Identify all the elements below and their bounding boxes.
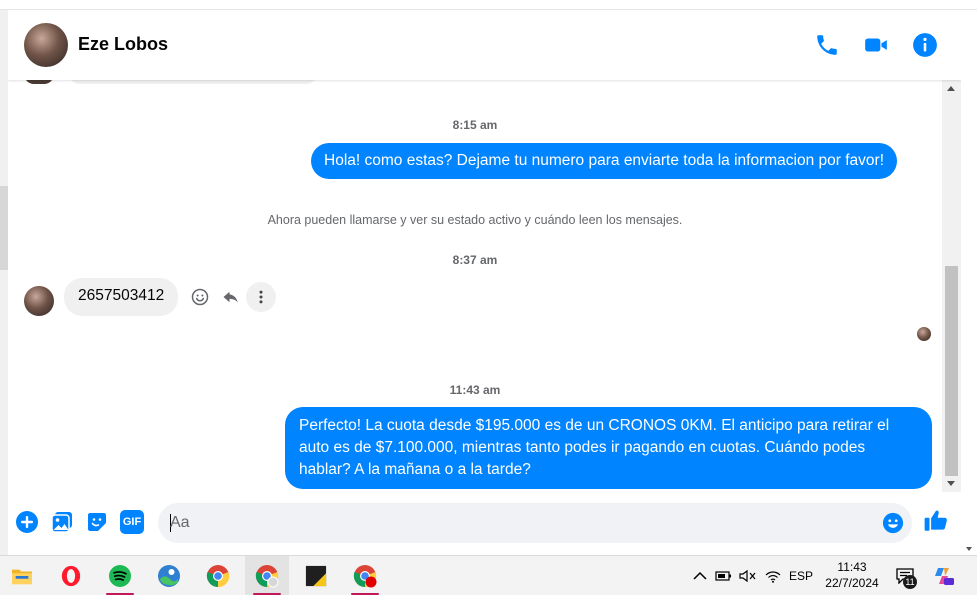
more-options-icon[interactable] [246, 282, 276, 312]
contact-avatar-small[interactable] [24, 286, 54, 316]
copilot-icon[interactable] [930, 556, 956, 595]
chat-header: Eze Lobos [8, 10, 961, 80]
photos-icon[interactable] [147, 556, 191, 595]
like-icon[interactable] [923, 508, 949, 534]
message-composer: GIF [8, 492, 961, 555]
notification-count-badge: 11 [903, 575, 917, 589]
file-explorer-icon[interactable] [0, 556, 44, 595]
message-timestamp: 11:43 am [449, 383, 501, 397]
sticker-icon[interactable] [85, 510, 109, 534]
right-page-margin [961, 10, 977, 555]
image-icon[interactable] [50, 510, 74, 534]
message-timestamp: 8:37 am [452, 253, 498, 267]
system-clock[interactable]: 11:43 22/7/2024 [816, 559, 888, 591]
left-scroll-edge [0, 186, 8, 270]
react-emoji-icon[interactable] [185, 282, 215, 312]
message-input-container[interactable] [158, 503, 912, 543]
video-camera-icon[interactable] [863, 32, 889, 58]
input-language[interactable]: ESP [787, 556, 815, 595]
outgoing-message[interactable]: Hola! como estas? Dejame tu numero para … [311, 143, 898, 179]
message-input[interactable] [170, 503, 870, 543]
message-timestamp: 8:15 am [452, 118, 498, 132]
gif-icon[interactable]: GIF [120, 510, 144, 534]
contact-avatar[interactable] [24, 23, 68, 67]
clock-date: 22/7/2024 [825, 576, 879, 590]
volume-muted-icon[interactable] [737, 556, 759, 595]
spotify-icon[interactable] [98, 556, 142, 595]
show-hidden-icons-chevron-icon[interactable] [690, 556, 710, 595]
sticky-app-icon[interactable] [294, 556, 338, 595]
clock-time: 11:43 [837, 560, 867, 574]
system-notice: Ahora pueden llamarse y ver su estado ac… [267, 213, 683, 227]
windows-taskbar: ESP 11:43 22/7/2024 11 [0, 555, 977, 595]
plus-icon[interactable] [15, 510, 39, 534]
chrome-icon[interactable] [196, 556, 240, 595]
info-icon[interactable] [912, 32, 938, 58]
scroll-up-arrow-icon[interactable] [947, 86, 955, 91]
seen-avatar [917, 327, 931, 341]
opera-icon[interactable] [49, 556, 93, 595]
chrome-profile-icon[interactable] [245, 556, 289, 595]
outgoing-message[interactable]: Perfecto! La cuota desde $195.000 es de … [285, 407, 932, 489]
scroll-down-arrow-icon[interactable] [947, 481, 955, 486]
chrome-record-icon[interactable] [343, 556, 387, 595]
wifi-icon[interactable] [762, 556, 784, 595]
window-top-strip [0, 0, 977, 10]
page-scroll-down-icon[interactable] [966, 547, 972, 551]
contact-name[interactable]: Eze Lobos [78, 34, 168, 55]
battery-icon[interactable] [713, 556, 735, 595]
reply-icon[interactable] [216, 282, 246, 312]
message-scrollbar[interactable] [942, 80, 961, 492]
incoming-message[interactable]: 2657503412 [64, 278, 179, 316]
emoji-icon[interactable] [882, 512, 904, 534]
chat-window: Eze Lobos 8:15 am Hola! como estas? Deja… [8, 10, 961, 555]
message-list[interactable]: 8:15 am Hola! como estas? Dejame tu nume… [8, 72, 942, 492]
phone-icon[interactable] [814, 32, 840, 58]
scrollbar-thumb[interactable] [945, 266, 958, 476]
